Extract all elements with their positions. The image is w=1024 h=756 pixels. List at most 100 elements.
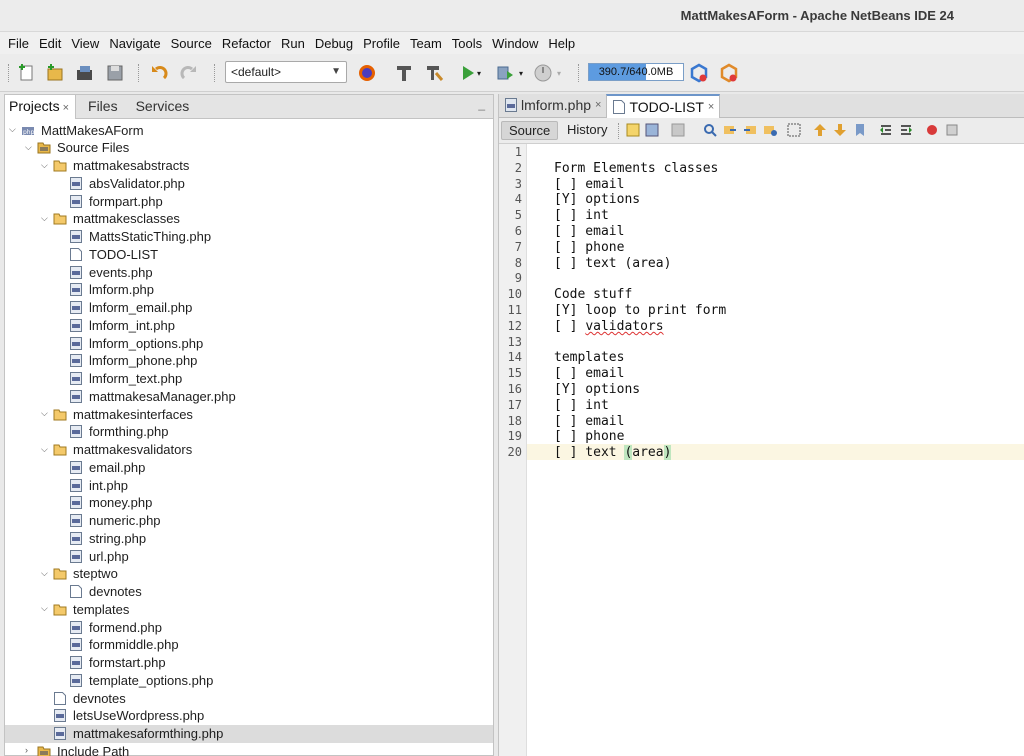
shift-right-icon[interactable] — [899, 123, 913, 137]
previous-bookmark-icon[interactable] — [813, 123, 827, 137]
tree-item[interactable]: formmiddle.php — [69, 636, 179, 654]
tree-item[interactable]: money.php — [69, 494, 152, 512]
menu-file[interactable]: File — [3, 36, 34, 51]
tree-item[interactable]: url.php — [69, 547, 129, 565]
tree-item[interactable]: devnotes — [69, 583, 142, 601]
new-file-icon[interactable] — [16, 62, 38, 84]
last-edit-icon[interactable] — [626, 123, 640, 137]
chevron-down-icon[interactable]: ⌵ — [41, 213, 51, 223]
memory-indicator[interactable]: 390.7/640.0MB — [588, 63, 684, 81]
tree-item[interactable]: mattmakesclasses — [53, 210, 180, 228]
tree-item[interactable]: Source Files — [37, 139, 129, 157]
find-next-icon[interactable] — [743, 123, 757, 137]
tab-files[interactable]: Files — [84, 95, 124, 119]
clean-build-icon[interactable] — [423, 62, 445, 84]
next-bookmark-icon[interactable] — [833, 123, 847, 137]
tree-item[interactable]: formpart.php — [69, 192, 163, 210]
debug-icon[interactable] — [494, 62, 516, 84]
profile-dropdown-icon[interactable]: ▾ — [554, 62, 564, 84]
tree-item[interactable]: int.php — [69, 476, 128, 494]
tree-item[interactable]: lmform_phone.php — [69, 352, 197, 370]
tree-item[interactable]: email.php — [69, 458, 145, 476]
tree-item[interactable]: MattsStaticThing.php — [69, 228, 211, 246]
tree-item[interactable]: lmform_email.php — [69, 299, 192, 317]
redo-icon[interactable] — [178, 62, 200, 84]
tree-item[interactable]: formend.php — [69, 618, 162, 636]
menu-refactor[interactable]: Refactor — [217, 36, 276, 51]
tree-item[interactable]: mattmakesabstracts — [53, 157, 189, 175]
menu-navigate[interactable]: Navigate — [104, 36, 165, 51]
tree-item[interactable]: template_options.php — [69, 671, 213, 689]
history-mode-button[interactable]: History — [560, 121, 614, 140]
stop-macro-icon[interactable] — [945, 123, 959, 137]
tree-item[interactable]: devnotes — [53, 689, 126, 707]
menu-edit[interactable]: Edit — [34, 36, 66, 51]
close-icon[interactable]: × — [63, 102, 69, 114]
tree-item[interactable]: absValidator.php — [69, 174, 185, 192]
toggle-bookmark-icon[interactable] — [853, 123, 867, 137]
run-dropdown-icon[interactable]: ▾ — [474, 62, 484, 84]
find-previous-icon[interactable] — [723, 123, 737, 137]
menu-run[interactable]: Run — [276, 36, 310, 51]
tree-item[interactable]: formstart.php — [69, 654, 166, 672]
record-macro-icon[interactable] — [925, 123, 939, 137]
back-icon[interactable] — [645, 123, 659, 137]
tree-item[interactable]: lmform_text.php — [69, 370, 182, 388]
tab-services[interactable]: Services — [132, 95, 196, 119]
menu-help[interactable]: Help — [543, 36, 580, 51]
tree-item[interactable]: mattmakesaManager.php — [69, 387, 236, 405]
menu-window[interactable]: Window — [487, 36, 543, 51]
close-icon[interactable]: × — [595, 99, 601, 111]
tree-item[interactable]: Include Path — [37, 742, 129, 756]
tab-lmform-php[interactable]: lmform.php × — [499, 94, 606, 118]
tree-item[interactable]: templates — [53, 600, 129, 618]
chevron-down-icon[interactable]: ⌵ — [41, 160, 51, 170]
menu-profile[interactable]: Profile — [358, 36, 405, 51]
find-selection-icon[interactable] — [703, 123, 717, 137]
rectangular-select-icon[interactable] — [787, 123, 801, 137]
shift-left-icon[interactable] — [879, 123, 893, 137]
menu-view[interactable]: View — [66, 36, 104, 51]
tree-item[interactable]: events.php — [69, 263, 153, 281]
chevron-down-icon[interactable]: ⌵ — [25, 142, 35, 152]
chevron-down-icon[interactable]: ⌵ — [41, 408, 51, 418]
tree-item[interactable]: formthing.php — [69, 423, 169, 441]
build-hammer-icon[interactable] — [393, 62, 415, 84]
tree-item[interactable]: steptwo — [53, 565, 118, 583]
chevron-down-icon[interactable]: ⌵ — [41, 444, 51, 454]
minimize-icon[interactable]: _ — [478, 97, 485, 111]
toggle-highlight-icon[interactable] — [763, 123, 777, 137]
chevron-down-icon[interactable]: ⌵ — [41, 603, 51, 613]
debug-dropdown-icon[interactable]: ▾ — [516, 62, 526, 84]
forward-icon[interactable] — [671, 123, 685, 137]
chevron-right-icon[interactable]: › — [25, 745, 35, 755]
profile-icon[interactable] — [532, 62, 554, 84]
tree-item[interactable]: lmform_options.php — [69, 334, 203, 352]
undo-icon[interactable] — [148, 62, 170, 84]
profiler-snapshot-icon[interactable] — [718, 62, 740, 84]
configuration-combo[interactable]: <default> ▼ — [225, 61, 347, 83]
tree-item[interactable]: string.php — [69, 529, 146, 547]
tree-item[interactable]: mattmakesaformthing.php — [53, 725, 223, 743]
menu-debug[interactable]: Debug — [310, 36, 358, 51]
new-project-icon[interactable] — [44, 62, 66, 84]
tree-item[interactable]: numeric.php — [69, 512, 161, 530]
chevron-down-icon[interactable]: ⌵ — [9, 124, 19, 134]
chevron-down-icon[interactable]: ⌵ — [41, 568, 51, 578]
menu-team[interactable]: Team — [405, 36, 447, 51]
tree-item[interactable]: TODO-LIST — [69, 245, 158, 263]
open-project-icon[interactable] — [74, 62, 96, 84]
menu-tools[interactable]: Tools — [447, 36, 487, 51]
tree-item[interactable]: php MattMakesAForm — [21, 121, 144, 139]
tab-projects[interactable]: Projects × — [5, 95, 77, 119]
gc-icon[interactable] — [688, 62, 710, 84]
tab-todo-list[interactable]: TODO-LIST × — [606, 94, 721, 118]
menu-source[interactable]: Source — [166, 36, 217, 51]
tree-item[interactable]: mattmakesvalidators — [53, 441, 192, 459]
firefox-browser-icon[interactable] — [356, 62, 378, 84]
tree-item[interactable]: lmform.php — [69, 281, 154, 299]
tree-item[interactable]: lmform_int.php — [69, 316, 175, 334]
source-mode-button[interactable]: Source — [501, 121, 559, 140]
code-editor[interactable]: 1 2 3 4 5 6 7 8 9 10 11 12 13 14 15 16 17 18 19 20 Form Ele… — [499, 144, 1024, 756]
save-all-icon[interactable] — [104, 62, 126, 84]
